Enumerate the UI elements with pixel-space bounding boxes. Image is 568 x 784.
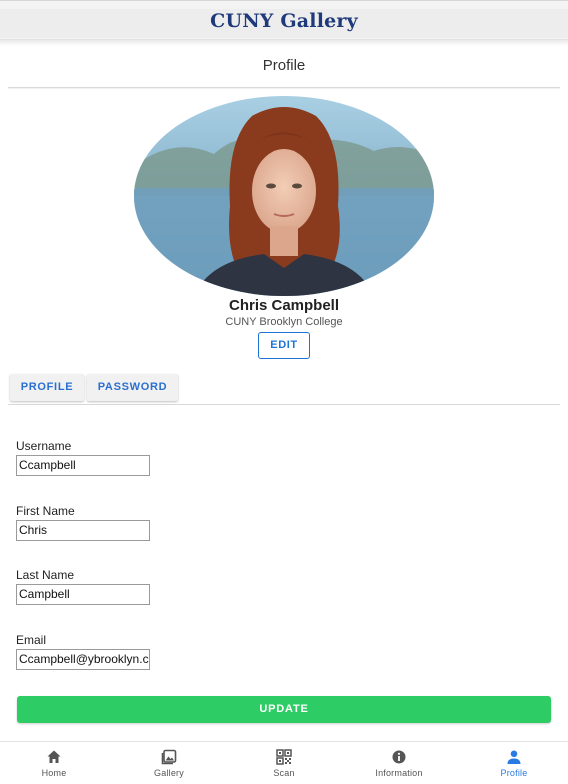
profile-school: CUNY Brooklyn College: [225, 316, 343, 328]
app-root: CUNY Gallery Profile Chris Campbell CUNY…: [0, 0, 568, 784]
nav-label-gallery: Gallery: [154, 768, 184, 778]
update-button[interactable]: UPDATE: [17, 696, 551, 723]
gallery-icon: [161, 749, 177, 765]
tab-password[interactable]: PASSWORD: [87, 374, 178, 401]
nav-label-information: Information: [375, 768, 423, 778]
info-icon: [392, 750, 406, 764]
page-title: Profile: [8, 47, 560, 88]
avatar-photo: [134, 96, 434, 296]
email-field[interactable]: Ccampbell@ybrooklyn.cc: [16, 649, 150, 670]
qr-code-icon: [276, 749, 292, 765]
nav-item-information[interactable]: Information: [349, 742, 449, 784]
first-name-field[interactable]: Chris: [16, 520, 150, 541]
edit-button[interactable]: EDIT: [258, 332, 310, 359]
last-name-label: Last Name: [16, 568, 75, 582]
nav-item-profile[interactable]: Profile: [464, 742, 564, 784]
nav-label-scan: Scan: [273, 768, 295, 778]
last-name-field[interactable]: Campbell: [16, 584, 150, 605]
nav-label-profile: Profile: [500, 768, 528, 778]
username-field[interactable]: Ccampbell: [16, 455, 150, 476]
avatar: [134, 96, 434, 296]
header-shadow: [0, 40, 568, 46]
person-icon: [507, 750, 521, 764]
profile-tabs: PROFILE PASSWORD: [8, 374, 560, 405]
home-icon: [47, 750, 61, 763]
username-label: Username: [16, 439, 72, 453]
tab-profile[interactable]: PROFILE: [10, 374, 84, 401]
first-name-label: First Name: [16, 504, 75, 518]
nav-item-home[interactable]: Home: [4, 742, 104, 784]
nav-item-scan[interactable]: Scan: [234, 742, 334, 784]
top-header: CUNY Gallery: [0, 0, 568, 40]
nav-item-gallery[interactable]: Gallery: [119, 742, 219, 784]
profile-name: Chris Campbell: [228, 297, 340, 314]
bottom-nav: Home Gallery Scan Information Profile: [0, 741, 568, 784]
email-label: Email: [16, 633, 47, 647]
nav-label-home: Home: [41, 768, 67, 778]
app-title: CUNY Gallery: [210, 10, 358, 32]
